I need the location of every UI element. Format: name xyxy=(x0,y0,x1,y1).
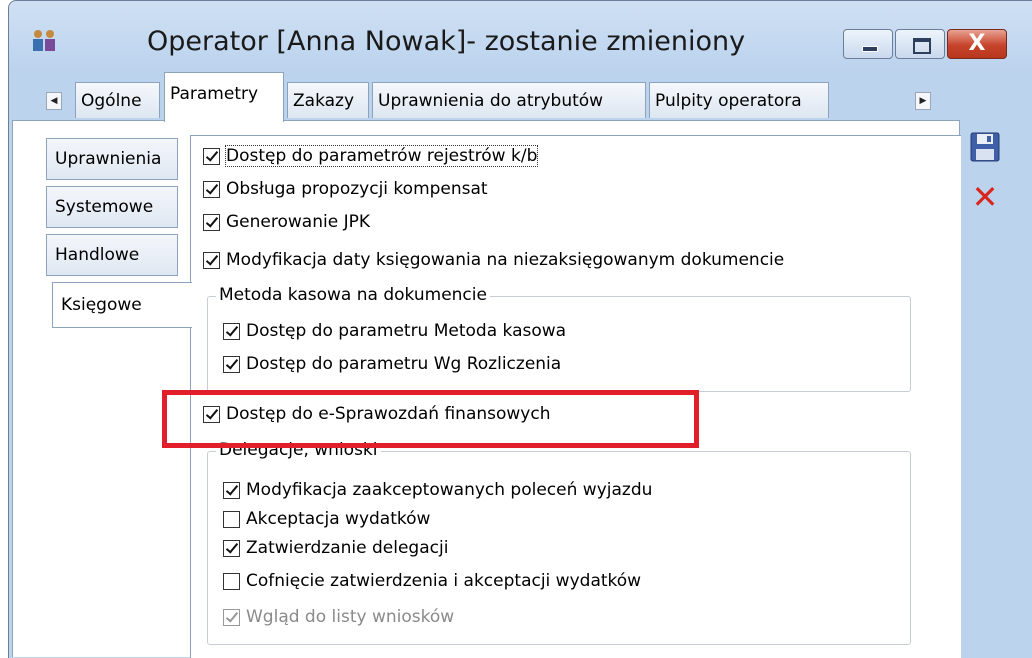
checkbox[interactable] xyxy=(203,213,220,231)
option-label: Dostęp do parametru Metoda kasowa xyxy=(246,321,567,341)
option-label: Cofnięcie zatwierdzenia i akceptacji wyd… xyxy=(246,571,642,591)
option-modyfikacja-daty[interactable]: Modyfikacja daty księgowania na niezaksi… xyxy=(203,250,784,270)
close-button[interactable]: X xyxy=(947,29,1007,59)
checkbox[interactable] xyxy=(223,355,240,373)
checkbox[interactable] xyxy=(203,251,220,269)
tab-scroll-right-button[interactable]: ▶ xyxy=(915,92,931,110)
group-metoda-kasowa-legend: Metoda kasowa na dokumencie xyxy=(216,285,490,305)
option-label: Wgląd do listy wniosków xyxy=(246,607,455,627)
option-label: Modyfikacja zaakceptowanych poleceń wyja… xyxy=(246,480,653,500)
option-label: Obsługa propozycji kompensat xyxy=(226,179,488,199)
checkbox[interactable] xyxy=(223,322,240,340)
checkbox[interactable] xyxy=(203,405,220,423)
option-label: Zatwierdzanie delegacji xyxy=(246,538,449,558)
floppy-disk-icon[interactable] xyxy=(969,131,1001,163)
option-akceptacja-wydatkow[interactable]: Akceptacja wydatków xyxy=(223,509,430,529)
option-wg-rozliczenia[interactable]: Dostęp do parametru Wg Rozliczenia xyxy=(223,354,561,374)
window-title: Operator [Anna Nowak]- zostanie zmienion… xyxy=(147,26,746,57)
tab-ogolne[interactable]: Ogólne xyxy=(75,82,160,118)
maximize-button[interactable] xyxy=(895,29,945,59)
option-metoda-kasowa[interactable]: Dostęp do parametru Metoda kasowa xyxy=(223,321,566,341)
checkbox[interactable] xyxy=(223,481,240,499)
option-label: Generowanie JPK xyxy=(226,212,370,232)
tab-uprawnienia-do-atrybutow[interactable]: Uprawnienia do atrybutów xyxy=(372,82,646,118)
option-label: Dostęp do parametrów rejestrów k/b xyxy=(224,145,539,167)
group-delegacje-legend: Delegacje, wnioski xyxy=(216,440,381,460)
side-tab-uprawnienia[interactable]: Uprawnienia xyxy=(46,138,178,180)
option-label: Dostęp do parametru Wg Rozliczenia xyxy=(246,354,562,374)
title-bar[interactable]: Operator [Anna Nowak]- zostanie zmienion… xyxy=(9,1,1032,71)
option-e-sprawozdania[interactable]: Dostęp do e-Sprawozdań finansowych xyxy=(203,404,550,424)
close-icon: X xyxy=(968,31,986,56)
tab-zakazy[interactable]: Zakazy xyxy=(287,82,369,118)
option-parametry-rejestrow[interactable]: Dostęp do parametrów rejestrów k/b xyxy=(203,145,539,167)
checkbox[interactable] xyxy=(223,539,240,557)
option-cofniecie-zatwierdzenia[interactable]: Cofnięcie zatwierdzenia i akceptacji wyd… xyxy=(223,571,641,591)
checkbox[interactable] xyxy=(203,180,220,198)
minimize-button[interactable] xyxy=(843,29,893,59)
option-label: Akceptacja wydatków xyxy=(246,509,431,529)
option-modyfikacja-polecen[interactable]: Modyfikacja zaakceptowanych poleceń wyja… xyxy=(223,480,652,500)
side-tab-handlowe[interactable]: Handlowe xyxy=(46,234,178,276)
tab-parametry[interactable]: Parametry xyxy=(164,72,284,122)
checkbox[interactable] xyxy=(223,510,240,528)
checkbox[interactable] xyxy=(223,572,240,590)
group-metoda-kasowa xyxy=(207,296,911,392)
red-x-icon[interactable]: ✕ xyxy=(969,181,1001,214)
checkbox xyxy=(223,608,240,626)
tab-scroll-left-button[interactable]: ◀ xyxy=(46,92,62,110)
option-label: Modyfikacja daty księgowania na niezaksi… xyxy=(226,250,785,270)
tab-pulpity-operatora[interactable]: Pulpity operatora xyxy=(649,82,829,118)
side-tab-ksiegowe[interactable]: Księgowe xyxy=(52,282,192,328)
checkbox[interactable] xyxy=(203,147,220,165)
option-propozycje-kompensat[interactable]: Obsługa propozycji kompensat xyxy=(203,179,488,199)
option-zatwierdzanie-delegacji[interactable]: Zatwierdzanie delegacji xyxy=(223,538,448,558)
option-generowanie-jpk[interactable]: Generowanie JPK xyxy=(203,212,370,232)
option-wglad-wnioskow: Wgląd do listy wniosków xyxy=(223,607,454,627)
option-label: Dostęp do e-Sprawozdań finansowych xyxy=(226,404,551,424)
side-tab-systemowe[interactable]: Systemowe xyxy=(46,186,178,228)
operators-app-icon xyxy=(33,30,55,51)
